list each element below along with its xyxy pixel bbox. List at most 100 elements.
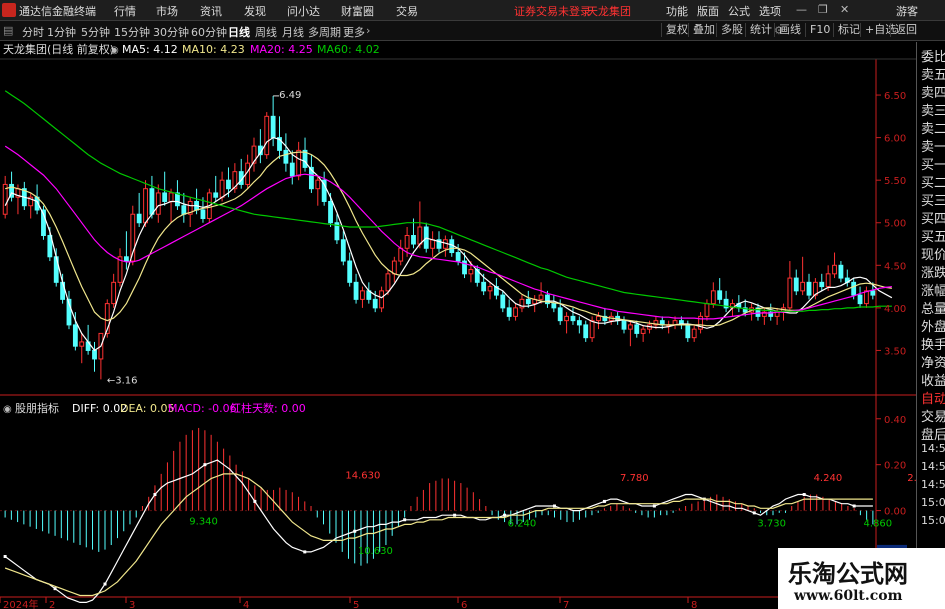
period-tab[interactable]: 分时 [22,24,44,40]
signal-label: 10.630 [358,546,393,557]
trade-status: 证券交易未登录 [514,5,591,18]
candle-body [551,303,557,309]
period-tab[interactable]: 1分钟 [47,24,76,40]
overlay-button[interactable]: 叠加 [688,23,715,37]
candle-body [621,320,627,330]
candle-body [500,294,506,309]
panel-item: 交易 [921,410,945,425]
candle-body [162,192,168,202]
x-tick-label: 5 [353,600,359,609]
candle-body [175,192,180,207]
period-tab[interactable]: 多周期 [308,24,341,40]
candle-body [832,264,837,275]
chart-area[interactable]: 3.50 4.00 4.50 5.00 5.50 6.00 6.50 0.40 0.20 0.00… [0,41,916,609]
back-button[interactable]: 返回 [890,23,917,37]
signal-label: 4.240 [814,473,843,484]
period-tab-more[interactable]: 更多 [343,24,365,40]
more-chevron-icon[interactable]: › [366,24,370,37]
candle-body [557,307,563,322]
period-tab[interactable]: 30分钟 [153,24,189,40]
candle-body [143,188,148,224]
candle-body [430,239,436,249]
multi-stock-button[interactable]: 多股 [716,23,743,37]
fq-button[interactable]: 复权 [661,23,688,37]
menu-news[interactable]: 资讯 [200,3,222,19]
candle-body [570,315,576,322]
toolbar-left-icon[interactable]: ▤ [3,24,13,37]
f10-button[interactable]: F10 [805,23,830,37]
menu-quotes[interactable]: 行情 [114,3,136,19]
diff-marker [103,582,107,586]
candle-body [296,149,302,177]
candle-body [864,290,869,305]
menu-market[interactable]: 市场 [156,3,178,19]
candle-body [596,315,601,322]
draw-line-button[interactable]: 画线 [774,23,801,37]
candle-body [111,281,117,305]
candle-body [589,320,595,339]
period-tab[interactable]: 周线 [255,24,277,40]
diff-marker [353,529,357,533]
menu-wealth[interactable]: 财富圈 [341,3,374,19]
candle-body [468,269,474,275]
diff-marker [602,499,606,503]
indicator-settings-icon[interactable]: ◉ [3,404,12,415]
indicator-line-dea [4,473,873,597]
app-title: 通达信金融终端 [19,5,96,18]
menu-formula[interactable]: 公式 [728,3,750,19]
signal-label: 2.790 [907,473,916,484]
candle-body [404,235,410,249]
candle-body [213,192,219,198]
watermark-title: 乐淘公式网 [788,559,908,588]
period-tab-active[interactable]: 日线 [228,24,250,40]
y-tick-label: 5.50 [884,176,906,187]
chart-settings-icon[interactable]: ◉ [110,45,119,56]
menu-layout[interactable]: 版面 [697,3,719,19]
signal-label: 14.630 [345,470,380,481]
y-tick-label: 5.00 [884,219,906,230]
diff-marker [403,518,407,522]
ma20-label: MA20: 4.25 [250,43,313,56]
candle-body [806,281,812,296]
guest-label[interactable]: 游客 [896,3,918,19]
period-tab[interactable]: 月线 [282,24,304,40]
period-tab[interactable]: 60分钟 [191,24,227,40]
candle-body [226,179,231,190]
candle-body [219,179,225,198]
price-annotation: ←3.16 [107,375,138,386]
candle-body [353,281,359,300]
candlestick-series [2,95,876,380]
candle-body [123,256,129,262]
period-tab[interactable]: 15分钟 [114,24,150,40]
panel-item: 卖五 [921,68,945,83]
watermark: 乐淘公式网 www.60lt.com [778,548,945,609]
panel-item: 卖三 [921,104,945,119]
menu-function[interactable]: 功能 [666,3,688,19]
mark-button[interactable]: 标记 [833,23,860,37]
candle-body [800,281,806,292]
panel-time: 14:56 [921,442,945,455]
stats-button[interactable]: 统计 [745,23,772,37]
ma60-label: MA60: 4.02 [317,43,380,56]
panel-time: 14:56 [921,460,945,473]
red-days-label: 红柱天数: 0.00 [230,401,306,415]
y-tick-label: 3.50 [884,346,906,357]
minimize-icon[interactable]: — [796,3,807,16]
diff-marker [752,511,756,515]
candle-body [487,286,493,292]
restore-icon[interactable]: ❐ [818,3,828,16]
menu-ask[interactable]: 问小达 [287,3,320,19]
panel-item-auto[interactable]: 自动 [921,388,945,407]
panel-item: 买三 [921,194,945,209]
menu-trade[interactable]: 交易 [396,3,418,19]
candle-body [819,281,825,288]
panel-item: 委比 [921,50,945,65]
panel-item: 卖一 [921,140,945,155]
macd-histogram [4,427,874,566]
period-tab[interactable]: 5分钟 [81,24,110,40]
close-icon[interactable]: ✕ [840,3,849,16]
diff-marker [852,504,856,508]
menu-discover[interactable]: 发现 [244,3,266,19]
watermark-url: www.60lt.com [794,588,903,604]
menu-options[interactable]: 选项 [759,3,781,19]
